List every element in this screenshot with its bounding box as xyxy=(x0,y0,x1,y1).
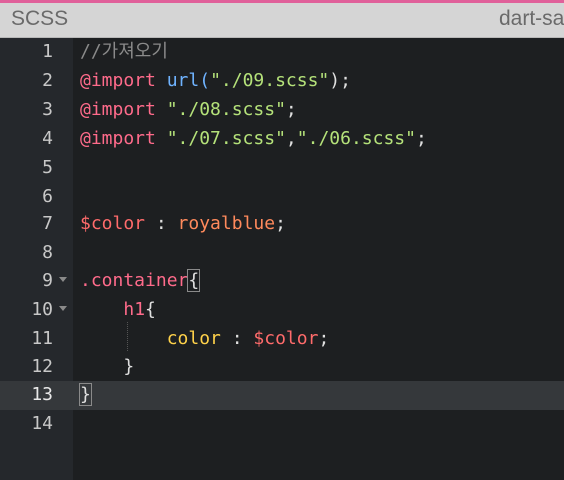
punctuation-token: , xyxy=(285,128,297,149)
line-number: 12 xyxy=(31,356,53,377)
code-line[interactable]: 9 .container{ xyxy=(0,267,564,296)
property-token: color xyxy=(166,328,221,349)
line-number: 4 xyxy=(42,128,53,149)
code-line[interactable]: 8 xyxy=(0,239,564,268)
punctuation-token: ; xyxy=(415,128,427,149)
line-number: 1 xyxy=(42,41,53,62)
string-token: "./08.scss" xyxy=(166,99,286,120)
line-number: 6 xyxy=(42,186,53,207)
line-number: 7 xyxy=(42,213,53,234)
editor-header: SCSS dart-sa xyxy=(0,3,564,38)
code-line[interactable]: 4 @import "./07.scss","./06.scss"; xyxy=(0,125,564,154)
code-line[interactable]: 5 xyxy=(0,154,564,183)
line-number: 14 xyxy=(31,413,53,434)
line-number: 3 xyxy=(42,99,53,120)
at-rule-token: @import xyxy=(80,99,156,120)
compiler-label[interactable]: dart-sa xyxy=(499,7,564,31)
punctuation-token: ; xyxy=(285,99,297,120)
brace-token: { xyxy=(187,269,201,292)
indent-guide xyxy=(127,322,128,351)
selector-token: .container xyxy=(80,270,189,291)
code-line[interactable]: 6 xyxy=(0,183,564,212)
line-number: 13 xyxy=(31,384,53,405)
brace-token: } xyxy=(79,383,92,406)
brace-token: } xyxy=(123,356,135,377)
code-line[interactable]: 11 color : $color; xyxy=(0,325,564,354)
code-line-active[interactable]: 13 } xyxy=(0,381,564,410)
code-line[interactable]: 7 $color : royalblue; xyxy=(0,210,564,239)
code-line[interactable]: 10 h1{ xyxy=(0,296,564,325)
value-token: royalblue xyxy=(177,213,276,234)
code-line[interactable]: 12 } xyxy=(0,353,564,382)
string-token: "./06.scss" xyxy=(296,128,416,149)
line-number: 10 xyxy=(31,299,53,320)
function-token: url( xyxy=(166,70,211,91)
code-line[interactable]: 3 @import "./08.scss"; xyxy=(0,96,564,125)
code-line[interactable]: 2 @import url("./09.scss"); xyxy=(0,67,564,96)
string-token: "./09.scss" xyxy=(210,70,330,91)
selector-token: h1 xyxy=(123,299,146,320)
variable-token: $color xyxy=(80,213,146,234)
brace-token: { xyxy=(145,299,156,320)
line-number: 8 xyxy=(42,242,53,263)
line-number: 9 xyxy=(42,270,53,291)
line-number: 5 xyxy=(42,157,53,178)
code-line[interactable]: 14 xyxy=(0,410,564,439)
comment-token: //가져오기 xyxy=(80,41,168,62)
code-line[interactable]: 1 //가져오기 xyxy=(0,38,564,67)
punctuation-token: ; xyxy=(275,213,286,234)
language-title: SCSS xyxy=(11,7,69,30)
at-rule-token: @import xyxy=(80,70,156,91)
line-number: 11 xyxy=(31,328,53,349)
punctuation-token: : xyxy=(145,213,178,234)
string-token: "./07.scss" xyxy=(166,128,286,149)
fold-arrow-icon[interactable] xyxy=(59,306,67,311)
variable-token: $color xyxy=(253,328,319,349)
punctuation-token: ; xyxy=(318,328,330,349)
at-rule-token: @import xyxy=(80,128,156,149)
punctuation-token: ); xyxy=(329,70,351,91)
fold-arrow-icon[interactable] xyxy=(59,277,67,282)
line-number: 2 xyxy=(42,70,53,91)
punctuation-token: : xyxy=(220,328,254,349)
